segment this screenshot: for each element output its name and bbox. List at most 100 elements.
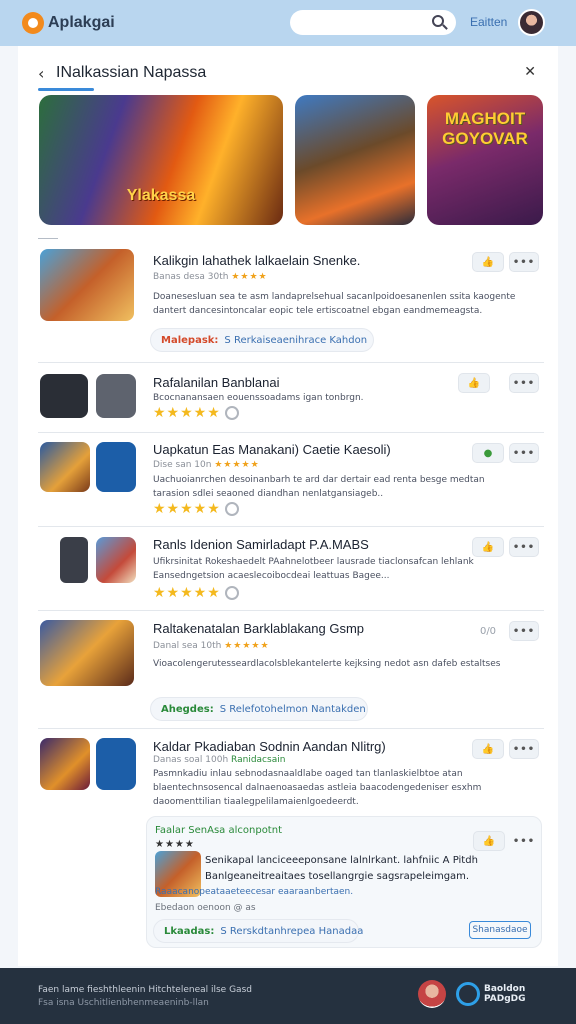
item-title[interactable]: Ranls Idenion Samirladapt P.A.MABS xyxy=(153,537,369,552)
reply-meta-secondary: Ebedaon oenoon @ as xyxy=(155,903,256,913)
reply-header: Faalar SenAsa alconpotnt xyxy=(155,825,282,836)
reply-title[interactable]: Senikapal lanciceeeponsane lalnlrkant. l… xyxy=(205,855,478,866)
banner-featured-2[interactable] xyxy=(295,95,415,225)
like-button[interactable]: 👍 xyxy=(472,537,504,557)
more-button[interactable]: ••• xyxy=(509,831,539,851)
footer-text: Faen lame fieshthleenin Hitchteleneal il… xyxy=(38,985,252,995)
like-button[interactable]: 👍 xyxy=(473,831,505,851)
item-description: Bcocnanansaen eouenssoadams igan tonbrgn… xyxy=(153,393,364,403)
item-title[interactable]: Kalikgin lahathek lalkaelain Snenke. xyxy=(153,253,360,268)
item-title[interactable]: Kaldar Pkadiaban Sodnin Aandan Nlitrg) xyxy=(153,739,386,754)
footer: Faen lame fieshthleenin Hitchteleneal il… xyxy=(0,968,576,1024)
back-chevron-icon[interactable]: ‹ xyxy=(38,64,44,83)
author-chip[interactable]: Lkaadas: S Rerskdtanhrepea Hanadaa xyxy=(153,919,363,943)
list-item[interactable]: Kalikgin lahathek lalkaelain Snenke. Ban… xyxy=(38,242,544,362)
stars-text: ★★★★★ xyxy=(153,501,221,517)
item-description: Uachuoianrchen desoinanbarh te ard dar d… xyxy=(153,475,485,499)
reply-subtitle: Banlgeaneitreaitaes tosellangrgie sagsra… xyxy=(205,871,470,882)
item-description: Doanesesluan sea te asm landaprelsehual … xyxy=(153,292,516,316)
more-button[interactable]: ••• xyxy=(509,373,539,393)
list-item[interactable]: Uapkatun Eas Manakani) Caetie Kaesoli) D… xyxy=(38,432,544,526)
list-item[interactable]: Raltakenatalan Barklablakang Gsmp Danal … xyxy=(38,610,544,728)
chip-value: S Rerkaiseaenihrace Kahdon xyxy=(224,334,368,346)
item-title[interactable]: Uapkatun Eas Manakani) Caetie Kaesoli) xyxy=(153,442,391,457)
main-panel: ‹ INalkassian Napassa ✕ Ylakassa MAGHOIT… xyxy=(18,46,558,966)
game-thumbnail[interactable] xyxy=(40,738,90,790)
page-title: INalkassian Napassa xyxy=(56,64,207,81)
game-thumbnail[interactable] xyxy=(40,442,90,492)
like-button[interactable]: 👍 xyxy=(472,739,504,759)
item-meta: Banas desa 30th ★★★★ xyxy=(153,272,268,282)
footer-logo-text: Baoldon PADgDG xyxy=(484,984,526,1004)
rating-stars: ★★★★★ xyxy=(224,641,270,651)
game-thumbnail[interactable] xyxy=(96,738,136,790)
banner-caption: Ylakassa xyxy=(126,187,196,204)
more-button[interactable]: ••• xyxy=(509,252,539,272)
chip-label: Lkaadas: xyxy=(164,925,215,937)
more-button[interactable]: ••• xyxy=(509,739,539,759)
item-meta: Dise san 10n ★★★★★ xyxy=(153,460,260,470)
like-button[interactable]: 0/0 xyxy=(472,621,504,641)
footer-logo-icon[interactable] xyxy=(456,982,480,1006)
list-item[interactable]: Ranls Idenion Samirladapt P.A.MABS Ufikr… xyxy=(38,526,544,610)
rating-stars: ★★★★★ xyxy=(153,585,239,601)
item-title[interactable]: Rafalanilan Banblanai xyxy=(153,375,279,390)
game-thumbnail[interactable] xyxy=(96,537,136,583)
app-name: Aplakgai xyxy=(48,14,115,31)
rating-stars: ★★★★★ xyxy=(214,460,260,470)
like-button[interactable]: 👍 xyxy=(458,373,490,393)
item-meta: Danal sea 10th ★★★★★ xyxy=(153,641,270,651)
reply-meta: Raaacanopeataaeteecesar eaaraanbertaen. xyxy=(155,887,354,897)
app-logo[interactable]: Aplakgai xyxy=(22,12,115,34)
item-description: Vioacolengerutesseardlacolsblekantelerte… xyxy=(153,659,501,669)
more-button[interactable]: ••• xyxy=(509,537,539,557)
rating-count-icon xyxy=(224,406,239,420)
search-input[interactable] xyxy=(290,10,456,35)
item-meta: Danas soal 100h Ranidacsain xyxy=(153,755,285,765)
top-link[interactable]: Eaitten xyxy=(470,15,507,29)
game-thumbnail[interactable] xyxy=(96,442,136,492)
more-button[interactable]: ••• xyxy=(509,621,539,641)
rating-count-icon xyxy=(224,502,239,516)
list-item[interactable]: Rafalanilan Banblanai Bcocnanansaen eoue… xyxy=(38,362,544,432)
nested-reply-card[interactable]: Faalar SenAsa alconpotnt ★★★★ Senikapal … xyxy=(146,816,542,948)
search-icon[interactable] xyxy=(432,15,444,27)
phone-thumbnail[interactable] xyxy=(60,537,88,583)
reply-action-button[interactable]: Shanasdaoe xyxy=(469,921,531,939)
like-button[interactable]: 👍 xyxy=(472,252,504,272)
rating-count-icon xyxy=(224,586,239,600)
stars-text: ★★★★★ xyxy=(153,405,221,421)
meta-text: Banas desa 30th xyxy=(153,272,229,282)
gamepad-thumbnail[interactable] xyxy=(40,374,88,418)
rating-stars: ★★★★ xyxy=(231,272,268,282)
list-item[interactable]: Kaldar Pkadiaban Sodnin Aandan Nlitrg) D… xyxy=(38,728,544,816)
author-chip[interactable]: Malepask: S Rerkaiseaenihrace Kahdon xyxy=(150,328,374,352)
more-button[interactable]: ••• xyxy=(509,443,539,463)
banner-featured-1[interactable]: Ylakassa xyxy=(39,95,283,225)
game-thumbnail[interactable] xyxy=(40,620,134,686)
game-thumbnail[interactable] xyxy=(40,249,134,321)
item-description: Pasmnkadiu inlau sebnodasnaaldlabe oaged… xyxy=(153,769,482,807)
stars-text: ★★★★★ xyxy=(153,585,221,601)
divider xyxy=(38,238,58,239)
item-title[interactable]: Raltakenatalan Barklablakang Gsmp xyxy=(153,621,364,636)
close-icon[interactable]: ✕ xyxy=(524,64,536,80)
user-avatar[interactable] xyxy=(518,9,545,36)
meta-tag: Ranidacsain xyxy=(231,755,286,765)
title-underline xyxy=(38,88,94,91)
top-bar: Aplakgai Eaitten xyxy=(0,0,576,46)
meta-text: Danas soal 100h xyxy=(153,755,229,765)
rating-stars: ★★★★ xyxy=(155,839,195,850)
gear-thumbnail[interactable] xyxy=(96,374,136,418)
item-description: Ufikrsinitat Rokeshaedelt PAahnelotbeer … xyxy=(153,557,474,581)
footer-subtext: Fsa isna Uschitlienbhenmeaeninb-llan xyxy=(38,998,209,1008)
chip-value: S Rerskdtanhrepea Hanadaa xyxy=(220,925,364,937)
banner-featured-3[interactable]: MAGHOIT GOYOVAR xyxy=(427,95,543,225)
logo-icon xyxy=(22,12,44,34)
rating-stars: ★★★★★ xyxy=(153,405,239,421)
chip-label: Malepask: xyxy=(161,334,219,346)
chip-label: Ahegdes: xyxy=(161,703,214,715)
footer-avatar[interactable] xyxy=(418,980,446,1008)
author-chip[interactable]: Ahegdes: S Relefotohelmon Nantakden xyxy=(150,697,368,721)
like-button[interactable]: ● xyxy=(472,443,504,463)
